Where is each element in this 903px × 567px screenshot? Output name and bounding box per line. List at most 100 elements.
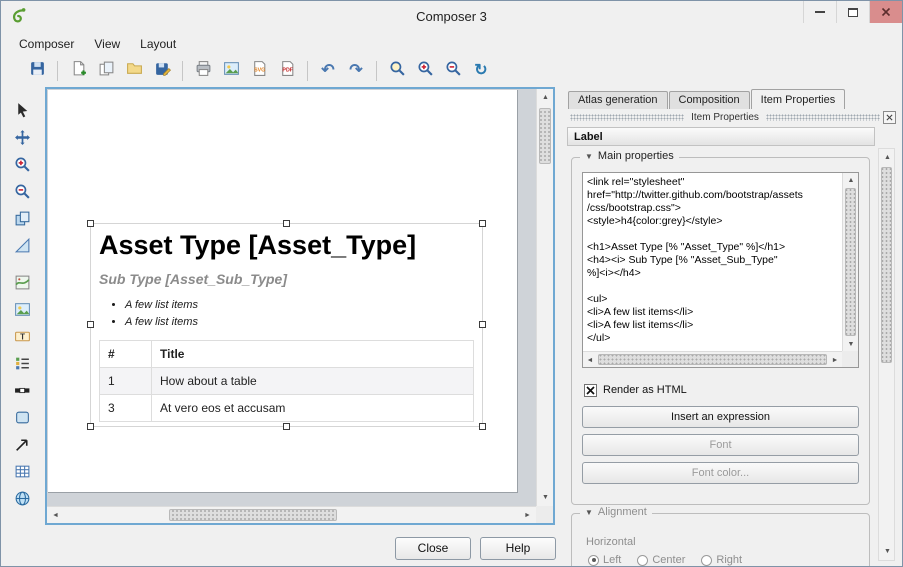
scroll-right-icon[interactable] — [828, 352, 842, 368]
export-as-svg-button[interactable]: SVG — [246, 58, 272, 84]
font-color-button: Font color... — [582, 462, 859, 484]
dock-close-button[interactable] — [883, 111, 896, 124]
dock-handle-dots — [766, 114, 880, 121]
legend-icon — [14, 355, 31, 377]
scrollbar-corner — [842, 351, 858, 367]
selection-handle[interactable] — [479, 423, 486, 430]
selection-handle[interactable] — [283, 220, 290, 227]
menu-view[interactable]: View — [84, 33, 130, 55]
add-arrow-button[interactable] — [7, 434, 37, 460]
panel-vertical-scrollbar[interactable] — [878, 148, 895, 561]
alignment-legend[interactable]: Alignment — [580, 506, 652, 518]
svg-text:T: T — [20, 332, 25, 341]
selection-handle[interactable] — [283, 423, 290, 430]
label-item[interactable]: Asset Type [Asset_Type] Sub Type [Asset_… — [90, 223, 483, 427]
editor-horizontal-scrollbar[interactable] — [583, 351, 842, 367]
zoom-out-tool-button[interactable] — [7, 181, 37, 207]
move-item-content-button[interactable] — [7, 127, 37, 153]
scroll-down-icon[interactable] — [537, 489, 554, 506]
maximize-button[interactable] — [836, 1, 869, 23]
composer-window: Composer 3 ComposerViewLayout SVGPDF↶↷↻ … — [0, 0, 903, 567]
horizontal-alignment-options: LeftCenterRight — [588, 554, 742, 566]
add-new-scalebar-button[interactable] — [7, 380, 37, 406]
label-html-source[interactable]: <link rel="stylesheet" href="http://twit… — [587, 176, 839, 349]
scroll-down-icon[interactable] — [879, 543, 896, 560]
align-items-button[interactable] — [7, 235, 37, 261]
group-items-button[interactable] — [7, 208, 37, 234]
radio-label: Center — [652, 554, 685, 566]
save-project-button[interactable] — [24, 58, 50, 84]
minimize-button[interactable] — [803, 1, 836, 23]
scroll-down-icon[interactable] — [843, 337, 859, 351]
zoom-full-button[interactable] — [384, 58, 410, 84]
align-right-radio: Right — [701, 554, 742, 566]
canvas-vscroll-thumb[interactable] — [539, 108, 551, 164]
scroll-left-icon[interactable] — [583, 352, 597, 368]
refresh-icon: ↻ — [474, 62, 487, 80]
composer-canvas[interactable]: Asset Type [Asset_Type] Sub Type [Asset_… — [45, 87, 555, 525]
add-attribute-table-button[interactable] — [7, 461, 37, 487]
add-new-map-button[interactable] — [7, 272, 37, 298]
label-text-editor[interactable]: <link rel="stylesheet" href="http://twit… — [582, 172, 859, 368]
panel-vscroll-thumb[interactable] — [881, 167, 892, 363]
insert-expression-button[interactable]: Insert an expression — [582, 406, 859, 428]
scroll-up-icon[interactable] — [537, 89, 554, 106]
canvas-horizontal-scrollbar[interactable] — [47, 506, 536, 523]
tab-atlas-generation[interactable]: Atlas generation — [568, 91, 668, 109]
canvas-viewport[interactable]: Asset Type [Asset_Type] Sub Type [Asset_… — [47, 89, 536, 506]
editor-vscroll-thumb[interactable] — [845, 188, 856, 336]
main-properties-legend[interactable]: Main properties — [580, 151, 679, 162]
titlebar: Composer 3 — [1, 1, 902, 31]
map-icon — [14, 274, 31, 296]
render-as-html-checkbox[interactable] — [584, 384, 597, 397]
duplicate-composer-button[interactable] — [93, 58, 119, 84]
canvas-hscroll-thumb[interactable] — [169, 509, 337, 521]
refresh-view-button[interactable]: ↻ — [468, 58, 494, 84]
zoom-out-button[interactable] — [440, 58, 466, 84]
undo-button[interactable]: ↶ — [315, 58, 341, 84]
redo-button[interactable]: ↷ — [343, 58, 369, 84]
new-composer-button[interactable] — [65, 58, 91, 84]
close-window-button[interactable] — [869, 1, 902, 23]
print-composer-button[interactable] — [190, 58, 216, 84]
tab-composition[interactable]: Composition — [669, 91, 750, 109]
close-button[interactable]: Close — [395, 537, 471, 560]
add-image-button[interactable] — [7, 299, 37, 325]
table-row: 3At vero eos et accusam — [100, 395, 474, 422]
label-subheading: Sub Type [Asset_Sub_Type] — [99, 271, 474, 287]
editor-vertical-scrollbar[interactable] — [842, 173, 858, 351]
add-new-legend-button[interactable] — [7, 353, 37, 379]
zoom-in-button[interactable] — [412, 58, 438, 84]
selection-handle[interactable] — [87, 321, 94, 328]
add-basic-shape-button[interactable] — [7, 407, 37, 433]
menu-layout[interactable]: Layout — [130, 33, 186, 55]
load-from-template-button[interactable] — [121, 58, 147, 84]
save-as-template-button[interactable] — [149, 58, 175, 84]
dock-titlebar[interactable]: Item Properties — [567, 110, 896, 124]
zoom-in-tool-button[interactable] — [7, 154, 37, 180]
menu-composer[interactable]: Composer — [9, 33, 84, 55]
selection-handle[interactable] — [87, 423, 94, 430]
add-new-label-button[interactable]: T — [7, 326, 37, 352]
scroll-up-icon[interactable] — [879, 149, 896, 166]
export-as-pdf-button[interactable]: PDF — [274, 58, 300, 84]
composition-page[interactable]: Asset Type [Asset_Type] Sub Type [Asset_… — [48, 90, 518, 493]
scroll-left-icon[interactable] — [47, 507, 64, 524]
disk-icon — [29, 60, 46, 82]
triangle-icon — [14, 237, 31, 259]
table-header-cell: # — [100, 341, 152, 368]
add-html-frame-button[interactable] — [7, 488, 37, 514]
toolbar-separator — [57, 61, 58, 81]
help-button[interactable]: Help — [480, 537, 556, 560]
scroll-up-icon[interactable] — [843, 173, 859, 187]
canvas-vertical-scrollbar[interactable] — [536, 89, 553, 506]
select-move-item-button[interactable] — [7, 100, 37, 126]
selection-handle[interactable] — [479, 220, 486, 227]
editor-hscroll-thumb[interactable] — [598, 354, 827, 365]
scroll-right-icon[interactable] — [519, 507, 536, 524]
selection-handle[interactable] — [479, 321, 486, 328]
selection-handle[interactable] — [87, 220, 94, 227]
export-as-image-button[interactable] — [218, 58, 244, 84]
tab-item-properties[interactable]: Item Properties — [751, 89, 846, 109]
dock-title: Item Properties — [687, 112, 763, 123]
